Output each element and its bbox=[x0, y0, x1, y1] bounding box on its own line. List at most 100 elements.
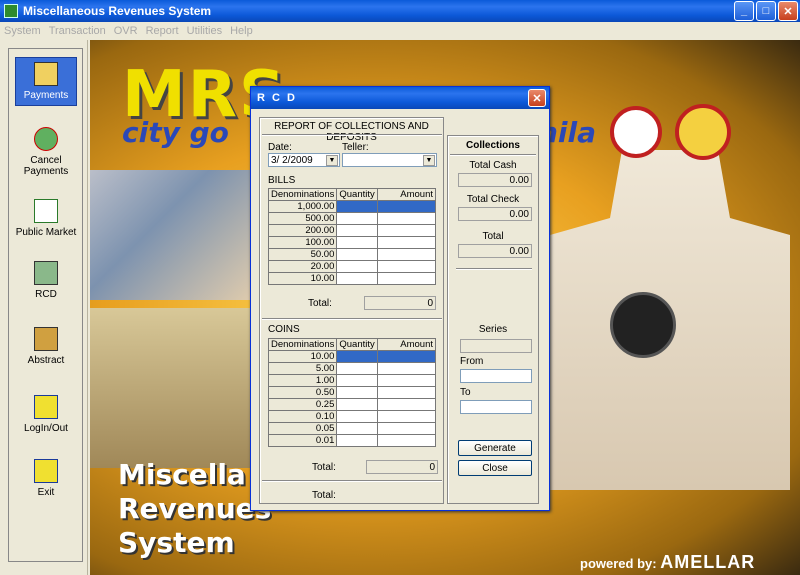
quantity-cell[interactable] bbox=[336, 236, 378, 249]
table-row[interactable]: 10.00 bbox=[267, 272, 437, 285]
chevron-down-icon[interactable]: ▼ bbox=[423, 155, 435, 166]
amellar-logo: AMELLAR bbox=[660, 552, 756, 572]
from-label: From bbox=[460, 356, 484, 367]
close-button[interactable]: ✕ bbox=[778, 1, 798, 21]
total-field: 0.00 bbox=[458, 244, 532, 258]
amount-cell bbox=[376, 200, 437, 213]
menu-system[interactable]: System bbox=[4, 25, 41, 37]
sidebar-item-login-out[interactable]: LogIn/Out bbox=[15, 395, 77, 434]
menu-utilities[interactable]: Utilities bbox=[187, 25, 222, 37]
menu-ovr[interactable]: OVR bbox=[114, 25, 138, 37]
to-input[interactable] bbox=[460, 400, 532, 414]
grid-header: Denominations Quantity Amount bbox=[267, 338, 437, 351]
table-row[interactable]: 0.10 bbox=[267, 410, 437, 423]
table-row[interactable]: 20.00 bbox=[267, 260, 437, 273]
payments-icon bbox=[34, 62, 58, 86]
sidebar-item-label: Exit bbox=[37, 487, 55, 498]
col-amount: Amount bbox=[376, 338, 437, 351]
quantity-cell[interactable] bbox=[336, 272, 378, 285]
menu-bar: System Transaction OVR Report Utilities … bbox=[0, 22, 800, 40]
quantity-cell[interactable] bbox=[336, 398, 378, 411]
total-cash-label: Total Cash bbox=[469, 160, 517, 171]
grid-header: Denominations Quantity Amount bbox=[267, 188, 437, 201]
quantity-cell[interactable] bbox=[336, 362, 378, 375]
quantity-cell[interactable] bbox=[336, 260, 378, 273]
table-row[interactable]: 0.50 bbox=[267, 386, 437, 399]
sidebar-item-public-market[interactable]: Public Market bbox=[15, 199, 77, 238]
series-label: Series bbox=[478, 324, 508, 335]
amount-cell bbox=[376, 224, 437, 237]
coins-grid[interactable]: Denominations Quantity Amount 10.00 5.00… bbox=[267, 338, 437, 447]
quantity-cell[interactable] bbox=[336, 224, 378, 237]
office-photo bbox=[90, 170, 260, 300]
bills-grid[interactable]: Denominations Quantity Amount 1,000.00 5… bbox=[267, 188, 437, 285]
amount-cell bbox=[376, 248, 437, 261]
dialog-close-button[interactable]: ✕ bbox=[528, 89, 546, 107]
quantity-cell[interactable] bbox=[336, 422, 378, 435]
maximize-button[interactable]: □ bbox=[756, 1, 776, 21]
grand-total-label: Total: bbox=[312, 490, 336, 501]
menu-transaction[interactable]: Transaction bbox=[49, 25, 106, 37]
table-row[interactable]: 100.00 bbox=[267, 236, 437, 249]
rcd-icon bbox=[34, 261, 58, 285]
total-check-label: Total Check bbox=[466, 194, 520, 205]
chevron-down-icon[interactable]: ▼ bbox=[326, 155, 338, 166]
table-row[interactable]: 200.00 bbox=[267, 224, 437, 237]
splash-line-1: Miscella bbox=[118, 458, 246, 491]
quantity-cell[interactable] bbox=[336, 212, 378, 225]
business-seal bbox=[675, 104, 731, 160]
col-amount: Amount bbox=[376, 188, 437, 201]
divider bbox=[262, 134, 442, 136]
divider bbox=[456, 268, 532, 270]
amount-cell bbox=[376, 434, 437, 447]
quantity-cell[interactable] bbox=[336, 386, 378, 399]
table-row[interactable]: 50.00 bbox=[267, 248, 437, 261]
generate-button[interactable]: Generate bbox=[458, 440, 532, 456]
amount-cell bbox=[376, 362, 437, 375]
sidebar-item-payments[interactable]: Payments bbox=[15, 57, 77, 106]
dialog-close-action-button[interactable]: Close bbox=[458, 460, 532, 476]
report-header: REPORT OF COLLECTIONS AND DEPOSITS bbox=[274, 121, 429, 143]
from-input[interactable] bbox=[460, 369, 532, 383]
table-row[interactable]: 1,000.00 bbox=[267, 200, 437, 213]
amount-cell bbox=[376, 212, 437, 225]
table-row[interactable]: 10.00 bbox=[267, 350, 437, 363]
col-denominations: Denominations bbox=[267, 338, 338, 351]
quantity-cell[interactable] bbox=[336, 374, 378, 387]
quantity-cell[interactable] bbox=[336, 350, 378, 363]
menu-help[interactable]: Help bbox=[230, 25, 253, 37]
table-row[interactable]: 500.00 bbox=[267, 212, 437, 225]
quantity-cell[interactable] bbox=[336, 248, 378, 261]
total-check-field: 0.00 bbox=[458, 207, 532, 221]
city-government-text: city go bbox=[122, 116, 229, 149]
sidebar-item-label: RCD bbox=[35, 289, 57, 300]
amount-cell bbox=[376, 374, 437, 387]
sidebar-item-abstract[interactable]: Abstract bbox=[15, 327, 77, 366]
sidebar-item-exit[interactable]: Exit bbox=[15, 459, 77, 498]
coins-total-field: 0 bbox=[366, 460, 438, 474]
table-row[interactable]: 1.00 bbox=[267, 374, 437, 387]
splash-line-3: System bbox=[118, 526, 235, 559]
bills-total-field: 0 bbox=[364, 296, 436, 310]
menu-report[interactable]: Report bbox=[146, 25, 179, 37]
table-row[interactable]: 0.05 bbox=[267, 422, 437, 435]
sidebar: Payments Cancel Payments Public Market R… bbox=[0, 40, 88, 575]
table-row[interactable]: 0.25 bbox=[267, 398, 437, 411]
amount-cell bbox=[376, 350, 437, 363]
quantity-cell[interactable] bbox=[336, 434, 378, 447]
table-row[interactable]: 0.01 bbox=[267, 434, 437, 447]
date-picker[interactable]: 3/ 2/2009 ▼ bbox=[268, 153, 340, 167]
login-icon bbox=[34, 395, 58, 419]
teller-select[interactable]: ▼ bbox=[342, 153, 437, 167]
quantity-cell[interactable] bbox=[336, 200, 378, 213]
amount-cell bbox=[376, 236, 437, 249]
dialog-title: R C D bbox=[257, 92, 297, 104]
amount-cell bbox=[376, 398, 437, 411]
total-label: Total bbox=[482, 231, 504, 242]
to-label: To bbox=[460, 387, 471, 398]
quantity-cell[interactable] bbox=[336, 410, 378, 423]
table-row[interactable]: 5.00 bbox=[267, 362, 437, 375]
sidebar-item-cancel-payments[interactable]: Cancel Payments bbox=[15, 127, 77, 177]
sidebar-item-rcd[interactable]: RCD bbox=[15, 261, 77, 300]
minimize-button[interactable]: _ bbox=[734, 1, 754, 21]
